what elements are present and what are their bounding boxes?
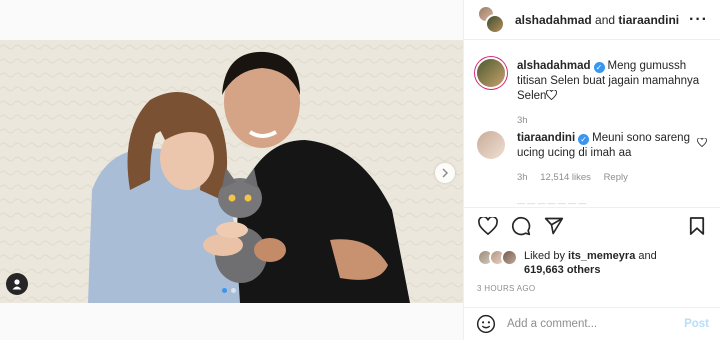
avatar[interactable] (477, 131, 505, 159)
comment-like-count[interactable]: 12,514 likes (540, 172, 591, 183)
user-tag-icon (12, 279, 22, 290)
avatar (501, 249, 518, 266)
post-header: alshadahmad and tiaraandini ··· (464, 0, 720, 40)
chevron-right-icon (442, 168, 449, 178)
likes-summary: Liked by its_memeyra and 619,663 others (477, 249, 657, 277)
tagged-users-button[interactable] (6, 273, 28, 295)
comment-input[interactable] (507, 318, 685, 330)
comment-username[interactable]: tiaraandini (517, 132, 575, 144)
post-comment-button[interactable]: Post (684, 318, 709, 330)
comment-item: tiaraandini ✓ Meuni sono sareng ucing ucin… (477, 131, 713, 185)
post-timestamp[interactable]: 3 HOURS AGO (477, 284, 535, 293)
share-icon (544, 217, 564, 234)
post-caption: alshadahmad ✓ Meng gumussh titisan Selen b… (477, 59, 713, 128)
add-comment-bar: Post (464, 307, 720, 340)
verified-badge-icon: ✓ (578, 134, 590, 145)
heart-emoji-icon (546, 89, 558, 101)
carousel-dot-active (222, 288, 227, 293)
comment-body: tiaraandini ✓ Meuni sono sareng ucing ucin… (517, 131, 697, 185)
likes-prefix: Liked by (524, 250, 565, 262)
avatar (485, 13, 505, 34)
post-photo[interactable] (0, 40, 463, 303)
heart-icon (478, 216, 498, 235)
coauthor-username[interactable]: tiaraandini (618, 13, 679, 27)
post-side-panel: alshadahmad and tiaraandini ··· alshadah… (463, 0, 720, 340)
carousel-dot (231, 288, 236, 293)
likes-text: Liked by its_memeyra and 619,663 others (524, 249, 657, 277)
like-button[interactable] (476, 214, 500, 238)
caption-meta: 3h (517, 113, 713, 128)
bookmark-icon (689, 216, 705, 235)
emoji-icon[interactable] (476, 314, 496, 334)
likes-others-count[interactable]: 619,663 others (524, 264, 600, 276)
avatar[interactable] (477, 59, 505, 87)
verified-badge-icon: ✓ (593, 62, 605, 73)
comment-button[interactable] (509, 214, 533, 238)
comment-icon (511, 216, 531, 235)
caption-username[interactable]: alshadahmad (517, 60, 591, 72)
collab-avatars[interactable] (477, 4, 507, 35)
post-action-bar (464, 207, 720, 243)
post-photo-image (0, 40, 463, 303)
caption-body: alshadahmad ✓ Meng gumussh titisan Selen b… (517, 59, 713, 128)
comment-reply-button[interactable]: Reply (604, 172, 628, 183)
save-button[interactable] (685, 214, 709, 238)
comment-meta: 3h 12,514 likes Reply (517, 170, 697, 185)
carousel-dots (220, 288, 238, 293)
share-button[interactable] (542, 214, 566, 238)
author-conjunction: and (595, 12, 616, 27)
comment-like-icon[interactable] (697, 138, 707, 147)
post-author-line: alshadahmad and tiaraandini (515, 13, 689, 27)
photo-bottom-bar (0, 303, 463, 340)
liker-username[interactable]: its_memeyra (568, 250, 635, 262)
instagram-post-view: alshadahmad and tiaraandini ··· alshadah… (0, 0, 720, 340)
likes-and: and (638, 250, 657, 262)
more-options-icon[interactable]: ··· (689, 11, 708, 29)
next-photo-button[interactable] (435, 163, 455, 183)
caption-time: 3h (517, 115, 528, 126)
liker-avatars (477, 249, 521, 267)
author-username[interactable]: alshadahmad (515, 13, 592, 27)
comment-time: 3h (517, 172, 528, 183)
